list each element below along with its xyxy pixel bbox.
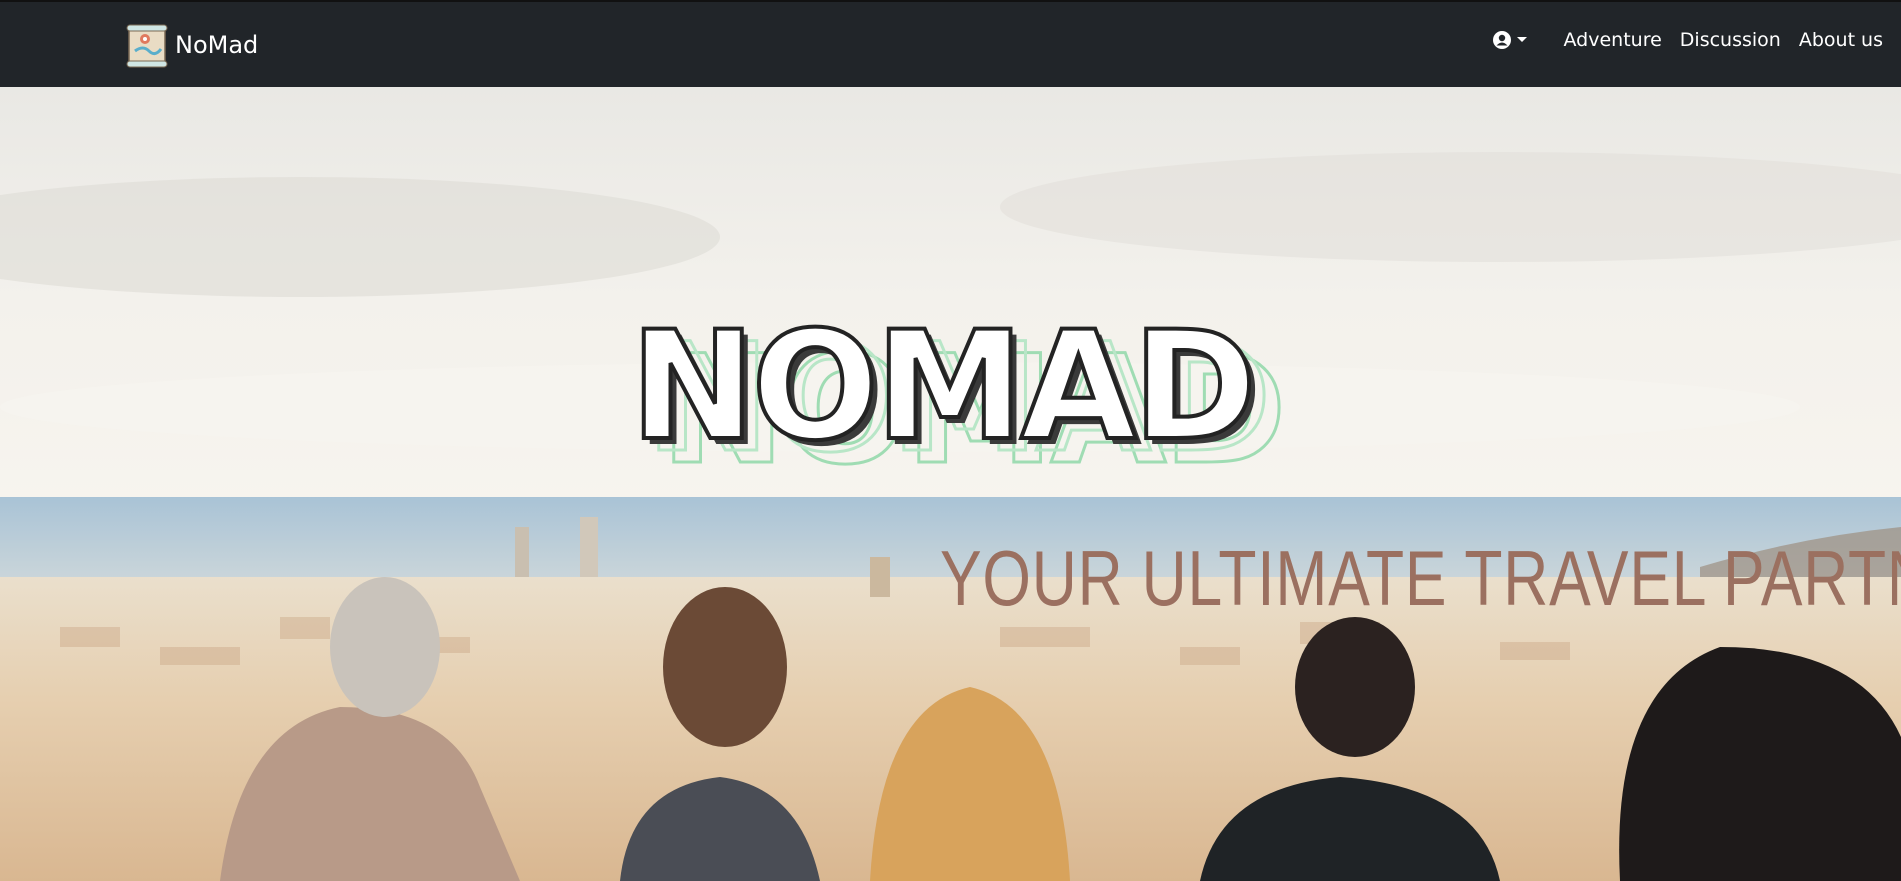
brand-link[interactable]: NoMad xyxy=(123,21,258,69)
user-circle-icon xyxy=(1492,31,1511,49)
user-dropdown-toggle[interactable] xyxy=(1492,30,1528,50)
map-scroll-logo-icon xyxy=(126,24,168,68)
nav-link-discussion[interactable]: Discussion xyxy=(1680,29,1781,51)
hero-banner: NOMAD NOMAD NOMAD YOUR ULTIMATE TRAVEL P… xyxy=(0,87,1901,881)
top-navbar: NoMad Adventure Discussion About us xyxy=(0,0,1901,87)
hero-title: NOMAD xyxy=(628,300,1259,474)
hero-tagline: YOUR ULTIMATE TRAVEL PARTNER xyxy=(940,534,1901,622)
caret-down-icon xyxy=(1516,37,1527,42)
hero-logo-title: NOMAD NOMAD NOMAD xyxy=(628,310,1288,488)
nav-menu: Adventure Discussion About us xyxy=(1492,25,1883,55)
brand-name: NoMad xyxy=(175,31,259,59)
nav-link-about-us[interactable]: About us xyxy=(1799,29,1883,51)
nav-link-adventure[interactable]: Adventure xyxy=(1564,29,1662,51)
